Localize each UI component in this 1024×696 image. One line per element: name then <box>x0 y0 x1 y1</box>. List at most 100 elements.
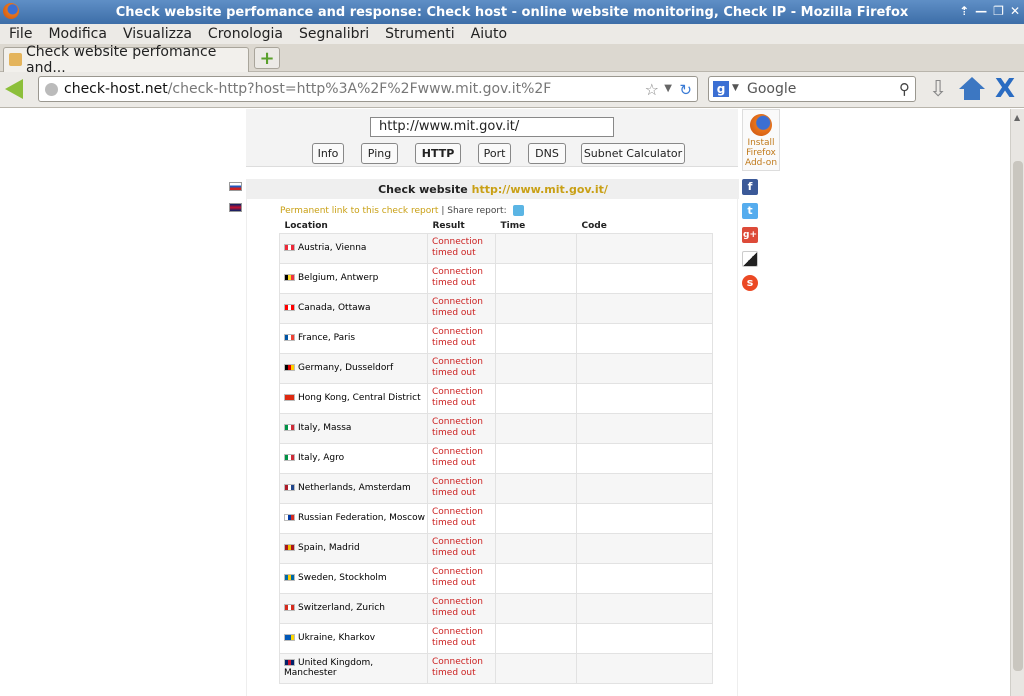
country-flag-icon <box>284 244 295 251</box>
column-code: Code <box>581 220 607 231</box>
country-flag-icon <box>284 364 295 371</box>
result-line2: timed out <box>432 248 476 258</box>
home-icon[interactable] <box>958 77 986 101</box>
host-input[interactable]: http://www.mit.gov.it/ <box>370 117 614 137</box>
reload-icon[interactable]: ↻ <box>679 81 692 99</box>
check-url-link[interactable]: http://www.mit.gov.it/ <box>472 183 608 196</box>
separator: | <box>441 206 445 216</box>
firefox-logo-icon <box>750 114 772 136</box>
language-english-flag-icon[interactable] <box>229 203 242 212</box>
http-button[interactable]: HTTP <box>415 143 461 164</box>
new-tab-button[interactable]: + <box>254 47 280 69</box>
location-text: Germany, Dusseldorf <box>298 363 394 373</box>
xmarks-icon[interactable]: X <box>995 74 1015 104</box>
result-line2: timed out <box>432 398 476 408</box>
result-cell: Connection timed out <box>427 562 496 594</box>
time-cell <box>495 352 577 384</box>
tab-active[interactable]: Check website perfomance and... <box>3 44 249 76</box>
report-links: Permanent link to this check report | Sh… <box>280 205 524 216</box>
subnet-calculator-button[interactable]: Subnet Calculator <box>581 143 685 164</box>
menu-aiuto[interactable]: Aiuto <box>471 26 507 42</box>
table-row: Hong Kong, Central District Connection tim… <box>279 382 713 414</box>
table-row: United Kingdom, Manchester Connection time… <box>279 652 713 684</box>
site-identity-icon[interactable] <box>45 83 58 96</box>
install-firefox-addon[interactable]: Install Firefox Add-on <box>742 109 780 171</box>
menu-strumenti[interactable]: Strumenti <box>385 26 455 42</box>
share-twitter-icon[interactable] <box>512 205 524 216</box>
code-cell <box>576 232 713 264</box>
code-cell <box>576 502 713 534</box>
location-cell: Italy, Massa <box>279 412 428 444</box>
code-cell <box>576 652 713 684</box>
time-cell <box>495 232 577 264</box>
google-engine-icon[interactable]: g <box>713 81 729 97</box>
scroll-up-icon[interactable]: ▲ <box>1014 113 1020 122</box>
maximize-icon[interactable]: ❐ <box>993 4 1004 18</box>
location-text: Switzerland, Zurich <box>298 603 385 613</box>
column-result: Result <box>432 220 465 231</box>
url-bar[interactable]: check-host.net/check-http?host=http%3A%2… <box>38 76 698 102</box>
location-text: Italy, Agro <box>298 453 345 463</box>
time-cell <box>495 412 577 444</box>
back-arrow-icon[interactable] <box>5 77 31 101</box>
dns-button[interactable]: DNS <box>528 143 566 164</box>
result-cell: Connection timed out <box>427 472 496 504</box>
downloads-icon[interactable]: ⇩ <box>929 77 947 102</box>
code-cell <box>576 622 713 654</box>
menu-visualizza[interactable]: Visualizza <box>123 26 192 42</box>
menu-file[interactable]: File <box>9 26 32 42</box>
location-text: Sweden, Stockholm <box>298 573 387 583</box>
bookmark-star-icon[interactable]: ☆ <box>645 80 659 99</box>
stumbleupon-icon[interactable]: s <box>742 275 758 291</box>
location-cell: Sweden, Stockholm <box>279 562 428 594</box>
search-placeholder: Google <box>747 81 797 97</box>
result-cell: Connection timed out <box>427 412 496 444</box>
location-cell: Belgium, Antwerp <box>279 262 428 294</box>
result-cell: Connection timed out <box>427 352 496 384</box>
search-icon[interactable]: ⚲ <box>899 80 910 98</box>
permanent-link[interactable]: Permanent link to this check report <box>280 206 438 216</box>
table-row: Ukraine, Kharkov Connection timed out <box>279 622 713 654</box>
minimize-icon[interactable]: — <box>975 4 987 18</box>
ping-button[interactable]: Ping <box>361 143 398 164</box>
language-russian-flag-icon[interactable] <box>229 182 242 191</box>
country-flag-icon <box>284 394 295 401</box>
close-icon[interactable]: ✕ <box>1010 4 1020 18</box>
search-box[interactable]: g ▼ Google ⚲ <box>708 76 916 102</box>
result-line2: timed out <box>432 488 476 498</box>
location-cell: United Kingdom, Manchester <box>279 652 428 684</box>
shade-icon[interactable]: ⇡ <box>959 4 969 18</box>
result-line1: Connection <box>432 417 483 427</box>
location-text: Belgium, Antwerp <box>298 273 379 283</box>
share-report-label: Share report: <box>447 206 507 216</box>
googleplus-icon[interactable]: g+ <box>742 227 758 243</box>
menu-cronologia[interactable]: Cronologia <box>208 26 283 42</box>
window-title: Check website perfomance and response: C… <box>115 4 909 20</box>
scrollbar-thumb[interactable] <box>1013 161 1023 671</box>
port-button[interactable]: Port <box>478 143 511 164</box>
vertical-scrollbar[interactable]: ▲ <box>1010 109 1024 696</box>
url-dropdown-icon[interactable]: ▼ <box>664 83 672 94</box>
time-cell <box>495 322 577 354</box>
code-cell <box>576 322 713 354</box>
table-row: Italy, Agro Connection timed out <box>279 442 713 474</box>
column-location: Location <box>284 220 328 231</box>
time-cell <box>495 562 577 594</box>
location-text: Austria, Vienna <box>298 243 367 253</box>
column-time: Time <box>500 220 526 231</box>
delicious-icon[interactable] <box>742 251 758 267</box>
location-text: Canada, Ottawa <box>298 303 371 313</box>
menu-modifica[interactable]: Modifica <box>48 26 107 42</box>
table-row: Belgium, Antwerp Connection timed out <box>279 262 713 294</box>
country-flag-icon <box>284 424 295 431</box>
time-cell <box>495 472 577 504</box>
table-row: Sweden, Stockholm Connection timed out <box>279 562 713 594</box>
check-title: Check website <box>378 182 468 196</box>
engine-dropdown-icon[interactable]: ▼ <box>732 83 739 93</box>
info-button[interactable]: Info <box>312 143 344 164</box>
menu-segnalibri[interactable]: Segnalibri <box>299 26 369 42</box>
time-cell <box>495 532 577 564</box>
facebook-icon[interactable]: f <box>742 179 758 195</box>
firefox-icon <box>3 3 19 19</box>
twitter-icon[interactable]: t <box>742 203 758 219</box>
